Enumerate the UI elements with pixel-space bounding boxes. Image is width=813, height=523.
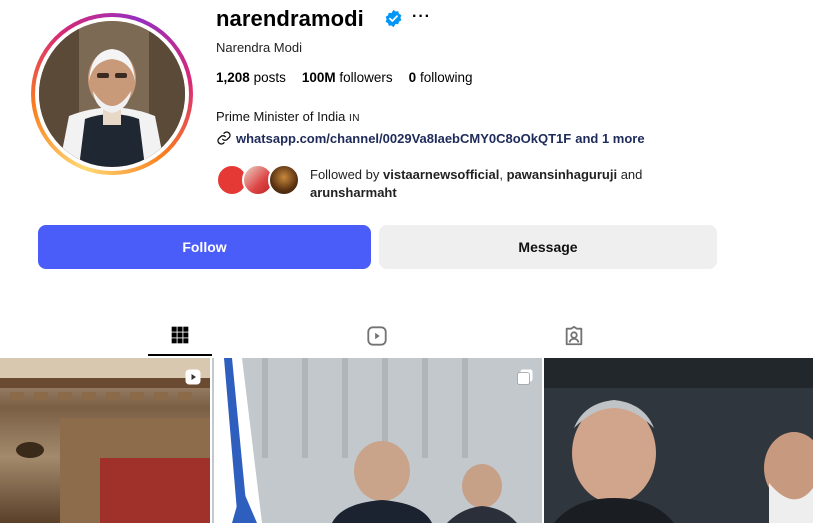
profile-avatar[interactable] — [31, 13, 193, 175]
more-options-icon[interactable]: ··· — [412, 8, 431, 26]
profile-username: narendramodi — [216, 6, 364, 31]
followed-user-link[interactable]: pawansinhaguruji — [507, 167, 618, 182]
reels-icon — [367, 326, 387, 346]
bio-country-tag: IN — [348, 113, 360, 124]
posts-grid — [0, 358, 813, 523]
following-stat[interactable]: 0 following — [409, 70, 473, 85]
followed-by-avatars[interactable] — [216, 164, 306, 198]
followers-stat[interactable]: 100M followers — [302, 70, 393, 85]
follow-button[interactable]: Follow — [38, 225, 371, 269]
profile-stats: 1,208 posts 100M followers 0 following — [216, 70, 472, 85]
tagged-icon — [565, 325, 583, 346]
tab-posts[interactable] — [148, 316, 212, 356]
post-tile[interactable] — [0, 358, 210, 523]
carousel-badge-icon — [517, 369, 533, 385]
tab-tagged[interactable] — [542, 316, 606, 356]
profile-bio: Prime Minister of India IN — [216, 109, 360, 124]
followed-user-link[interactable]: arunsharmaht — [310, 185, 397, 200]
profile-tabs — [0, 316, 813, 356]
message-button[interactable]: Message — [379, 225, 717, 269]
avatar — [268, 164, 300, 196]
posts-stat: 1,208 posts — [216, 70, 286, 85]
link-more: and 1 more — [575, 130, 645, 146]
post-tile[interactable] — [544, 358, 813, 523]
post-tile[interactable] — [212, 358, 542, 523]
avatar-photo — [39, 21, 185, 167]
link-url: whatsapp.com/channel/0029Va8IaebCMY0C8oO… — [236, 130, 572, 146]
followed-by-text: Followed by vistaarnewsofficial, pawansi… — [310, 167, 643, 200]
link-icon — [217, 131, 231, 145]
verified-badge-icon — [385, 9, 402, 28]
followed-user-link[interactable]: vistaarnewsofficial — [383, 167, 499, 182]
profile-link[interactable]: whatsapp.com/channel/0029Va8IaebCMY0C8oO… — [216, 130, 645, 146]
reel-badge-icon — [185, 369, 201, 385]
tab-reels[interactable] — [345, 316, 409, 356]
profile-full-name: Narendra Modi — [216, 40, 302, 55]
posts-grid-icon — [171, 326, 189, 344]
